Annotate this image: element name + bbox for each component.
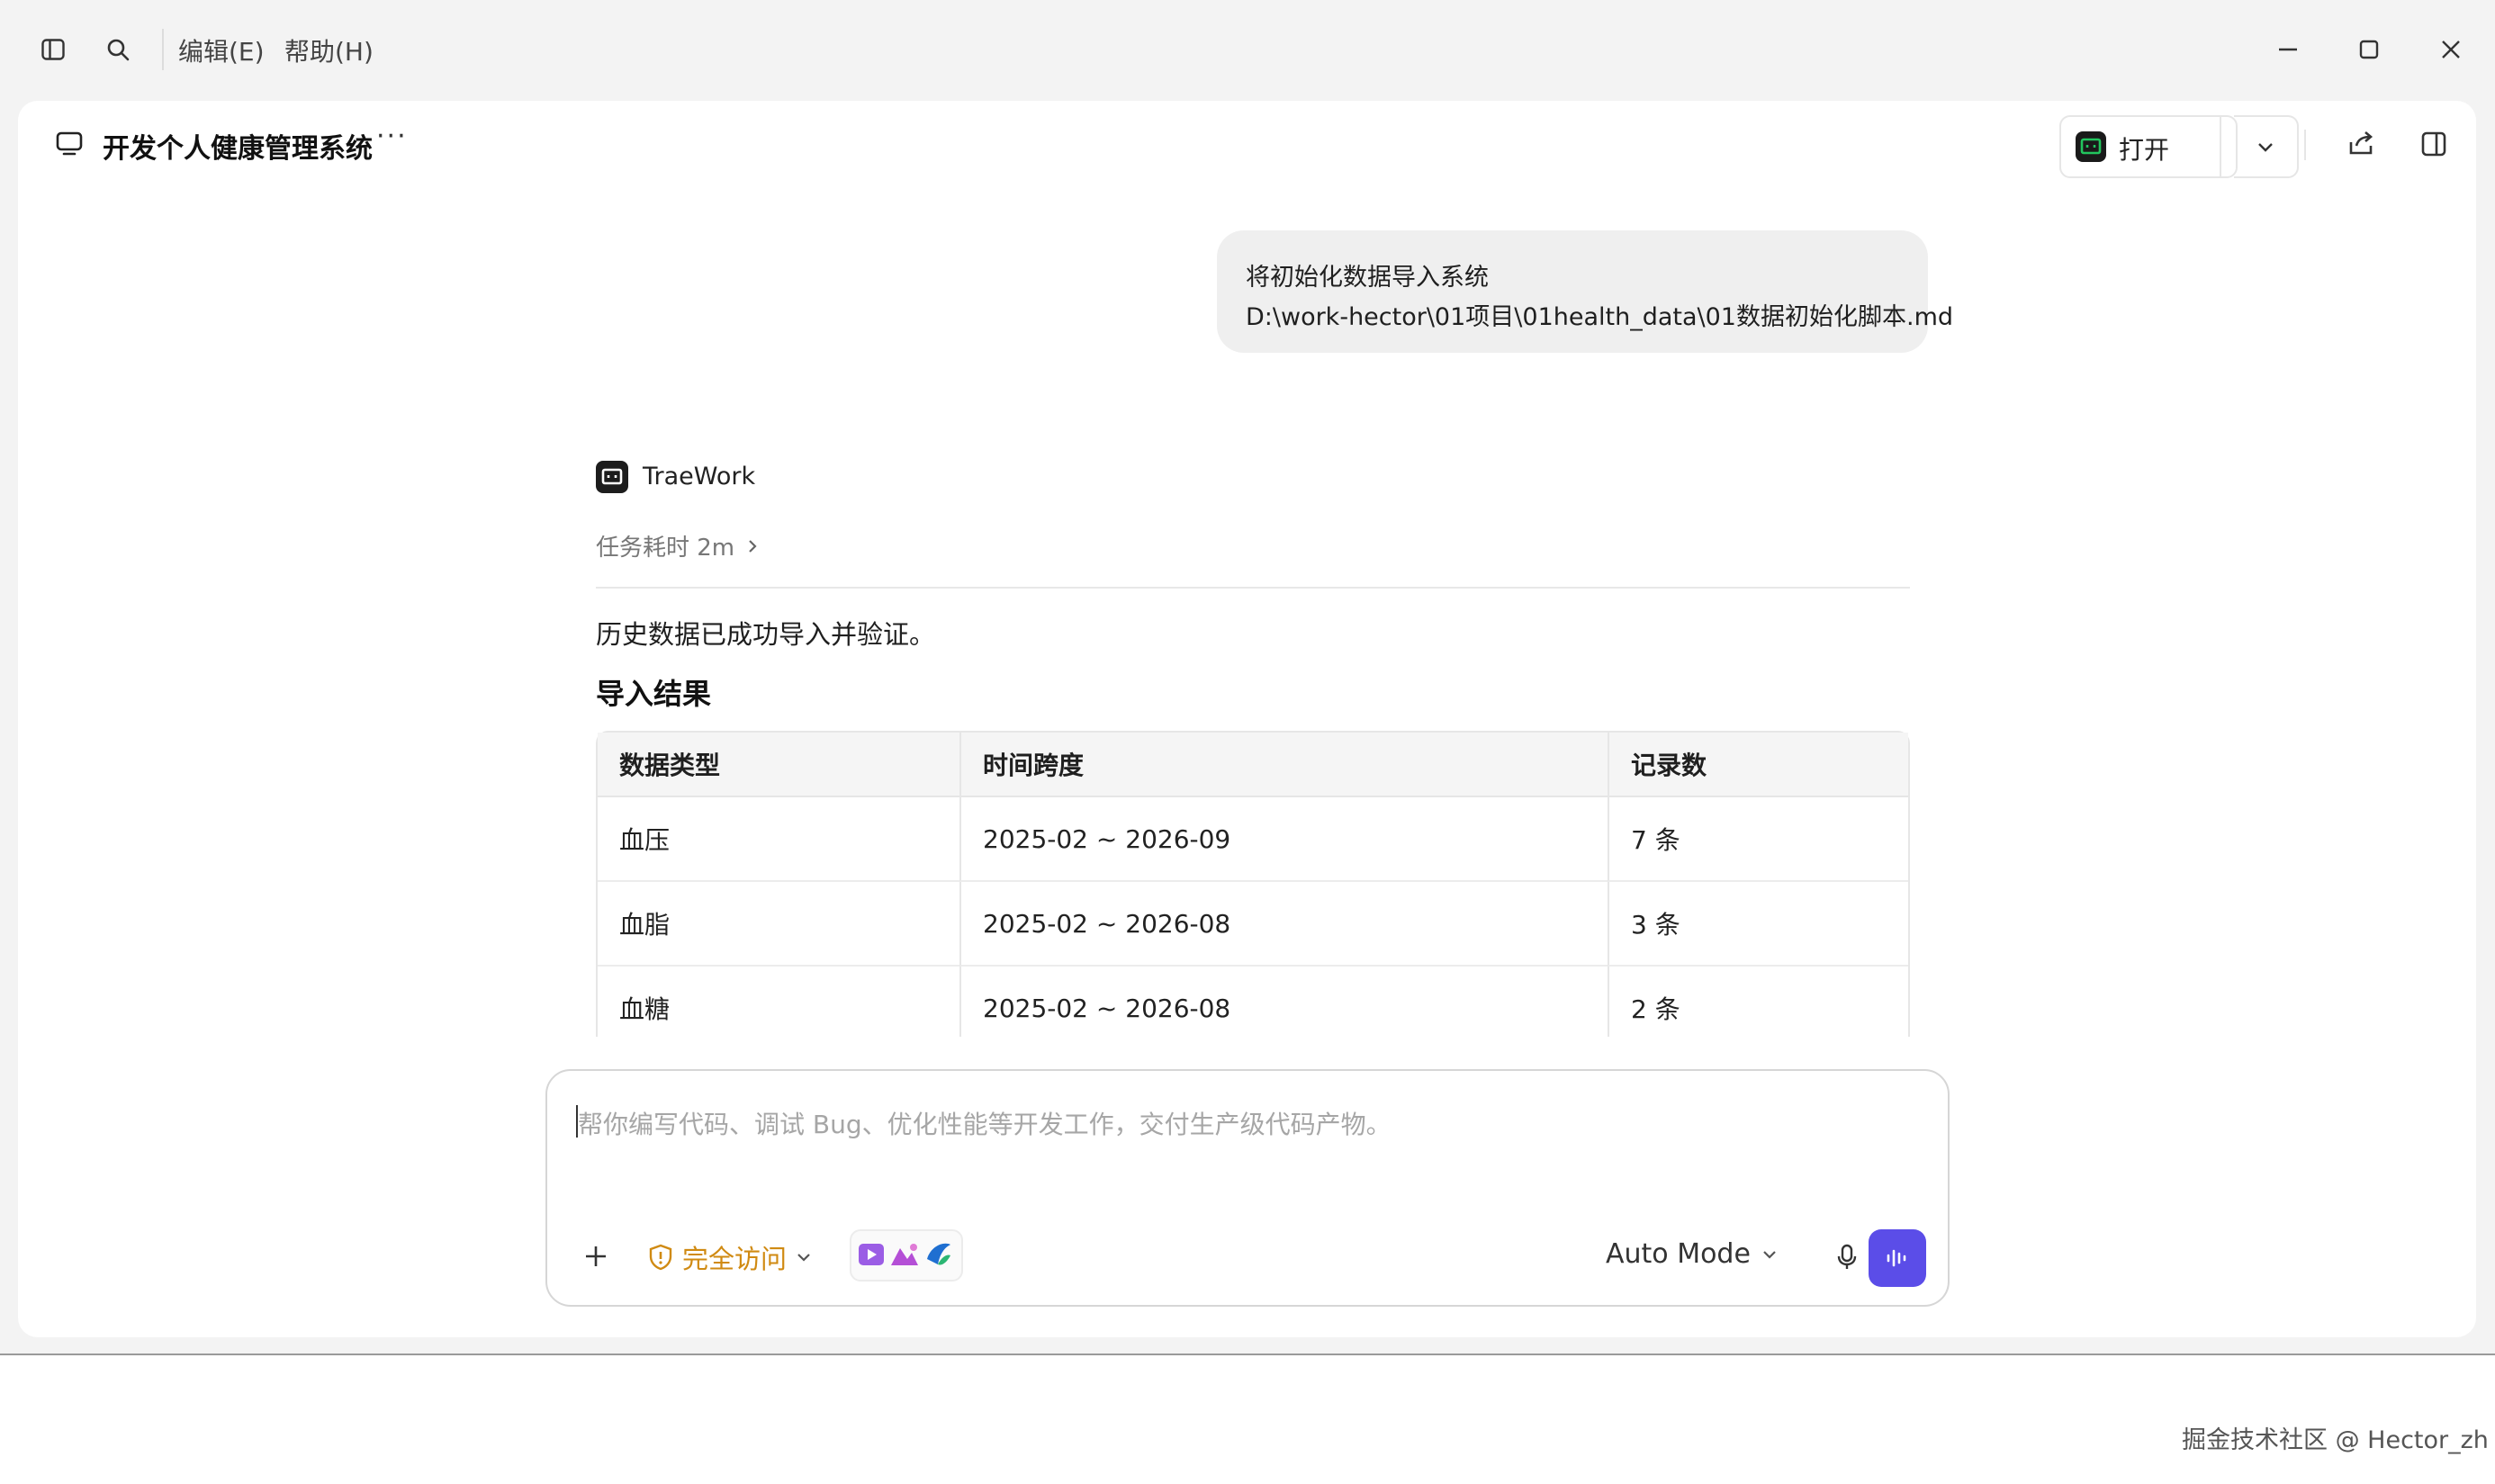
column-header: 记录数 — [1608, 733, 1908, 797]
video-icon[interactable] — [857, 1241, 886, 1268]
open-button-divider — [2220, 117, 2221, 176]
user-message-path: D:\work-hector\01项目\01health_data\01数据初始… — [1246, 303, 1954, 331]
mode-label: Auto Mode — [1606, 1238, 1751, 1270]
share-icon[interactable] — [2347, 130, 2376, 162]
scroll-fade — [18, 1037, 2476, 1073]
assistant-summary: 历史数据已成功导入并验证。 — [596, 619, 936, 650]
mode-dropdown[interactable]: Auto Mode — [1606, 1238, 1778, 1270]
table-cell: 7 条 — [1608, 797, 1908, 882]
side-panel-icon[interactable] — [2421, 131, 2446, 160]
table-cell: 3 条 — [1608, 882, 1908, 967]
voice-send-button[interactable] — [1869, 1229, 1926, 1287]
table-row: 血压 2025-02 ~ 2026-09 7 条 — [598, 797, 1908, 882]
menu-help[interactable]: 帮助(H) — [284, 32, 374, 68]
open-button[interactable]: 打开 — [2059, 115, 2238, 178]
user-message-line: 将初始化数据导入系统 — [1246, 264, 1489, 292]
table-header-row: 数据类型 时间跨度 记录数 — [598, 733, 1908, 797]
table-cell: 2025-02 ~ 2026-08 — [959, 882, 1608, 967]
column-header: 时间跨度 — [959, 733, 1608, 797]
voice-wave-icon — [1887, 1249, 1906, 1267]
more-options-button[interactable]: ··· — [376, 121, 408, 152]
access-level-dropdown[interactable]: 完全访问 — [648, 1238, 812, 1276]
column-header: 数据类型 — [598, 733, 959, 797]
task-time-label: 任务耗时 2m — [596, 535, 735, 562]
traework-logo-icon — [596, 461, 628, 493]
user-message-bubble: 将初始化数据导入系统 D:\work-hector\01项目\01health_… — [1217, 230, 1953, 353]
watermark: 掘金技术社区 @ Hector_zh — [2182, 1426, 2489, 1454]
table-cell: 2025-02 ~ 2026-09 — [959, 797, 1608, 882]
media-tools[interactable] — [850, 1229, 963, 1282]
assistant-name: TraeWork — [643, 463, 756, 490]
open-button-label: 打开 — [2119, 135, 2170, 165]
chevron-down-icon — [797, 1254, 810, 1262]
main-panel: 开发个人健康管理系统 ··· 打开 将初始化数据导入系统 D:\work-hec… — [18, 101, 2476, 1337]
page-title: 开发个人健康管理系统 — [103, 133, 373, 165]
chevron-right-icon — [749, 539, 757, 553]
titlebar-divider — [162, 29, 164, 70]
header-divider — [2304, 130, 2306, 160]
add-icon[interactable] — [583, 1244, 608, 1273]
chevron-down-icon — [1763, 1250, 1776, 1259]
app-window: 编辑(E) 帮助(H) 开发个人健康管理系统 ··· 打开 将初始化数据导入系统… — [0, 0, 2495, 1355]
access-level-label: 完全访问 — [682, 1244, 788, 1274]
task-time-toggle[interactable]: 任务耗时 2m — [596, 529, 758, 562]
microphone-icon[interactable] — [1836, 1244, 1858, 1274]
maximize-icon[interactable] — [2346, 27, 2391, 72]
design-icon[interactable] — [923, 1239, 954, 1270]
table-cell: 血压 — [598, 797, 959, 882]
chevron-down-icon — [2258, 143, 2273, 152]
section-heading: 导入结果 — [596, 677, 712, 711]
minimize-icon[interactable] — [2265, 27, 2310, 72]
chat-icon — [56, 131, 83, 160]
search-icon[interactable] — [99, 31, 137, 68]
menu-edit[interactable]: 编辑(E) — [178, 32, 265, 68]
composer: 帮你编写代码、调试 Bug、优化性能等开发工作，交付生产级代码产物。 完全访问 … — [545, 1069, 1950, 1307]
import-result-table: 数据类型 时间跨度 记录数 血压 2025-02 ~ 2026-09 7 条 血… — [596, 731, 1910, 1053]
sidebar-toggle-icon[interactable] — [34, 31, 72, 68]
close-icon[interactable] — [2428, 27, 2473, 72]
image-icon[interactable] — [889, 1241, 920, 1268]
message-divider — [596, 587, 1910, 589]
open-dropdown-button[interactable] — [2234, 115, 2299, 178]
trae-logo-icon — [2076, 131, 2106, 162]
message-input[interactable]: 帮你编写代码、调试 Bug、优化性能等开发工作，交付生产级代码产物。 — [578, 1105, 1392, 1141]
table-row: 血脂 2025-02 ~ 2026-08 3 条 — [598, 882, 1908, 967]
shield-icon — [649, 1244, 672, 1271]
title-bar: 编辑(E) 帮助(H) — [0, 0, 2495, 101]
table-cell: 血脂 — [598, 882, 959, 967]
